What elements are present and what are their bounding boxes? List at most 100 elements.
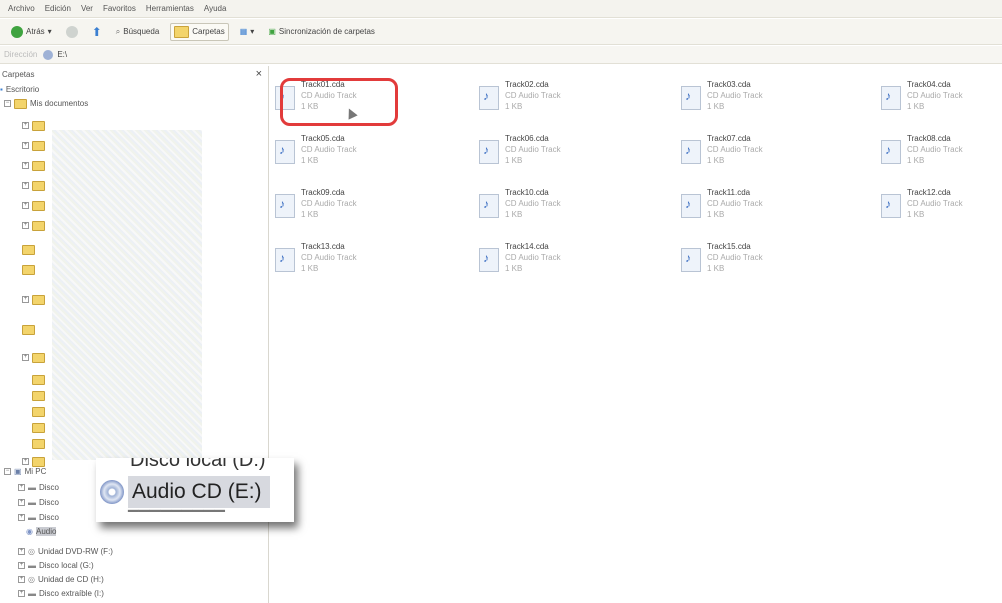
tree-item-folder[interactable]: + — [22, 120, 45, 131]
file-size: 1 KB — [707, 102, 725, 111]
tree-item-drive[interactable]: + ▬ Disco — [18, 482, 59, 493]
folders-label: Carpetas — [192, 27, 225, 36]
tree-item-drive[interactable]: + ▬ Disco local (G:) — [18, 560, 94, 571]
expand-icon[interactable]: + — [18, 576, 25, 583]
folder-icon — [32, 352, 45, 363]
audio-file-icon — [479, 194, 499, 218]
audio-file-icon — [881, 194, 901, 218]
expand-icon[interactable]: + — [22, 354, 29, 361]
file-type: CD Audio Track — [505, 145, 561, 154]
file-item-track13[interactable]: Track13.cda CD Audio Track 1 KB — [275, 242, 475, 288]
expand-icon[interactable]: + — [18, 562, 25, 569]
menu-herramientas[interactable]: Herramientas — [146, 4, 194, 13]
forward-button[interactable] — [63, 24, 81, 40]
expand-icon[interactable]: + — [18, 484, 25, 491]
file-item-track05[interactable]: Track05.cda CD Audio Track 1 KB — [275, 134, 475, 180]
expand-icon[interactable]: + — [18, 590, 25, 597]
menu-favoritos[interactable]: Favoritos — [103, 4, 136, 13]
tree-item-folder[interactable] — [32, 406, 45, 417]
tree-item-folder[interactable]: + — [22, 160, 45, 171]
file-item-track09[interactable]: Track09.cda CD Audio Track 1 KB — [275, 188, 475, 234]
file-item-track10[interactable]: Track10.cda CD Audio Track 1 KB — [479, 188, 679, 234]
tree-item-folder[interactable] — [22, 264, 35, 275]
file-item-track12[interactable]: Track12.cda CD Audio Track 1 KB — [881, 188, 999, 234]
audio-file-icon — [275, 140, 295, 164]
tree-item-folder[interactable]: + — [22, 220, 45, 231]
expand-icon[interactable]: + — [22, 202, 29, 209]
expand-icon[interactable]: + — [22, 142, 29, 149]
tree-item-removable[interactable]: + ▬ Disco extraíble (I:) — [18, 588, 104, 599]
folder-icon — [14, 98, 27, 109]
folder-icon — [32, 120, 45, 131]
folder-icon — [32, 200, 45, 211]
collapse-icon[interactable]: − — [4, 468, 11, 475]
expand-icon[interactable]: + — [18, 514, 25, 521]
expand-icon[interactable]: + — [22, 182, 29, 189]
search-button[interactable]: ⌕ Búsqueda — [113, 25, 163, 39]
collapse-icon[interactable]: − — [4, 100, 11, 107]
file-item-track06[interactable]: Track06.cda CD Audio Track 1 KB — [479, 134, 679, 180]
menu-archivo[interactable]: Archivo — [8, 4, 35, 13]
file-item-track14[interactable]: Track14.cda CD Audio Track 1 KB — [479, 242, 679, 288]
tree-item-folder[interactable] — [22, 324, 35, 335]
audio-file-icon — [881, 86, 901, 110]
folder-icon — [32, 456, 45, 467]
tree-item-folder[interactable] — [32, 422, 45, 433]
sync-button[interactable]: ▣ Sincronización de carpetas — [265, 25, 378, 38]
expand-icon[interactable]: + — [22, 222, 29, 229]
back-button[interactable]: Atrás ▾ — [8, 24, 55, 40]
address-value: E:\ — [57, 50, 68, 59]
file-item-track02[interactable]: Track02.cda CD Audio Track 1 KB — [479, 80, 679, 126]
tree-item-folder[interactable]: + — [22, 352, 45, 363]
file-item-track04[interactable]: Track04.cda CD Audio Track 1 KB — [881, 80, 999, 126]
views-button[interactable]: ▦ ▾ — [237, 25, 258, 38]
expand-icon[interactable]: + — [18, 548, 25, 555]
menu-edicion[interactable]: Edición — [45, 4, 71, 13]
expand-icon[interactable]: + — [22, 162, 29, 169]
tree-item-folder[interactable]: + — [22, 180, 45, 191]
folder-icon — [32, 374, 45, 385]
tree-item-folder[interactable] — [32, 390, 45, 401]
close-icon[interactable]: × — [256, 68, 262, 80]
tree-item-audio-cd[interactable]: ◉ Audio — [26, 526, 57, 537]
expand-icon[interactable]: + — [18, 499, 25, 506]
file-item-track15[interactable]: Track15.cda CD Audio Track 1 KB — [681, 242, 881, 288]
tree-item-folder[interactable]: + — [22, 200, 45, 211]
file-name: Track02.cda — [505, 80, 549, 89]
up-button[interactable]: ⬆ — [89, 23, 105, 41]
tree-item-label: Unidad DVD-RW (F:) — [37, 547, 113, 556]
cd-drive-icon — [43, 49, 54, 60]
tree-item-folder[interactable] — [32, 438, 45, 449]
back-label: Atrás — [26, 27, 45, 36]
zoom-selected-item[interactable]: Audio CD (E:) — [128, 476, 270, 508]
tree-item-drive[interactable]: + ▬ Disco — [18, 512, 59, 523]
tree-item-dvd[interactable]: + ◎ Unidad DVD-RW (F:) — [18, 546, 113, 557]
tree-item-folder[interactable]: + — [22, 140, 45, 151]
tree-item-drive[interactable]: + ▬ Disco — [18, 497, 59, 508]
tree-item-folder[interactable] — [22, 244, 35, 255]
tree-item-folder[interactable]: + — [22, 294, 45, 305]
file-type: CD Audio Track — [505, 91, 561, 100]
file-item-track11[interactable]: Track11.cda CD Audio Track 1 KB — [681, 188, 881, 234]
file-size: 1 KB — [907, 210, 925, 219]
folders-button[interactable]: Carpetas — [170, 22, 229, 41]
expand-icon[interactable]: + — [22, 122, 29, 129]
search-label: Búsqueda — [123, 27, 160, 36]
tree-item-mi-pc[interactable]: − ▣ Mi PC — [4, 466, 46, 477]
file-item-track03[interactable]: Track03.cda CD Audio Track 1 KB — [681, 80, 881, 126]
tree-item-cd-drive[interactable]: + ◎ Unidad de CD (H:) — [18, 574, 104, 585]
menu-ver[interactable]: Ver — [81, 4, 93, 13]
expand-icon[interactable]: + — [22, 296, 29, 303]
tree-item-escritorio[interactable]: ▪ Escritorio — [0, 84, 39, 95]
tree-item-folder[interactable] — [32, 374, 45, 385]
file-name: Track10.cda — [505, 188, 549, 197]
tree-item-mis-documentos[interactable]: − Mis documentos — [4, 98, 88, 109]
cd-drive-icon: ◎ — [28, 575, 35, 584]
file-item-track08[interactable]: Track08.cda CD Audio Track 1 KB — [881, 134, 999, 180]
tree-item-label: Mi PC — [24, 467, 47, 476]
file-item-track07[interactable]: Track07.cda CD Audio Track 1 KB — [681, 134, 881, 180]
address-field[interactable]: E:\ — [43, 49, 68, 60]
forward-arrow-icon — [65, 25, 78, 38]
menu-ayuda[interactable]: Ayuda — [204, 4, 227, 13]
expand-icon[interactable]: + — [22, 458, 29, 465]
